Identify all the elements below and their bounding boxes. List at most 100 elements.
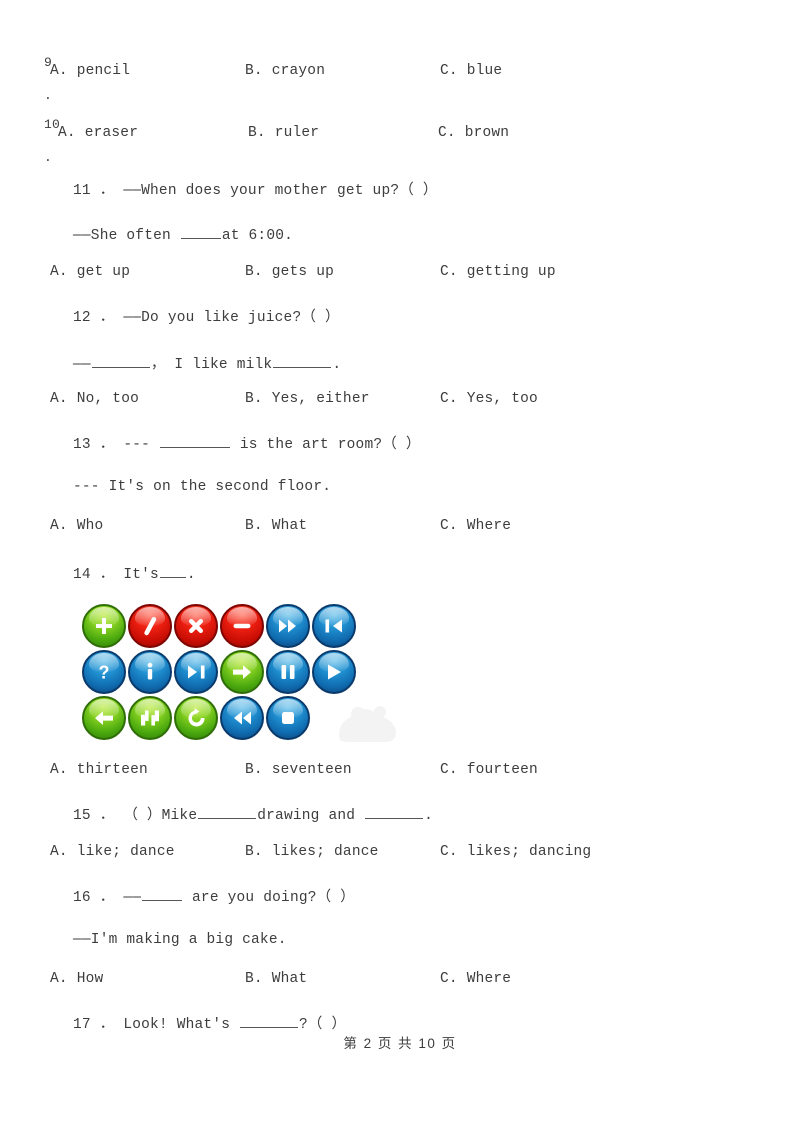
option-a[interactable]: A. No, too bbox=[50, 391, 139, 407]
question-11-options: A. get up B. gets up C. getting up bbox=[0, 264, 800, 286]
question-12-line2-pre: —— bbox=[73, 357, 91, 373]
question-15-number: 15 ． bbox=[73, 808, 124, 824]
option-a[interactable]: A. eraser bbox=[58, 125, 138, 141]
option-c[interactable]: C. Yes, too bbox=[440, 391, 538, 407]
option-c[interactable]: C. likes; dancing bbox=[440, 844, 591, 860]
option-a[interactable]: A. pencil bbox=[50, 63, 130, 79]
option-b[interactable]: B. gets up bbox=[245, 264, 334, 280]
question-15-post: . bbox=[424, 808, 433, 824]
rewind-icon bbox=[220, 696, 264, 740]
question-11-line2-post: at 6:00. bbox=[221, 228, 294, 244]
question-16-pre: —— bbox=[123, 890, 142, 906]
option-b[interactable]: B. ruler bbox=[248, 125, 319, 141]
question-13-stem-line2: --- It's on the second floor. bbox=[73, 479, 332, 495]
slash-icon bbox=[128, 604, 172, 648]
answer-blank[interactable] bbox=[91, 354, 150, 368]
question-13-number: 13 ． bbox=[73, 437, 124, 453]
question-9-number-dot: . bbox=[44, 88, 53, 103]
exam-page: 9 . A. pencil B. crayon C. blue 10 . A. … bbox=[0, 0, 800, 1132]
option-c[interactable]: C. blue bbox=[440, 63, 502, 79]
question-17-post: ?（ ） bbox=[299, 1017, 347, 1033]
answer-blank[interactable] bbox=[142, 887, 183, 901]
question-11-stem: 11 ． ——When does your mother get up?（ ） bbox=[73, 178, 438, 199]
option-c[interactable]: C. Where bbox=[440, 971, 511, 987]
question-14-figure: ? bbox=[82, 602, 396, 750]
play-icon bbox=[312, 650, 356, 694]
question-mark-icon: ? bbox=[82, 650, 126, 694]
question-15-mid: drawing and bbox=[257, 808, 365, 824]
question-12-number: 12 ． bbox=[73, 310, 124, 326]
option-b[interactable]: B. What bbox=[245, 518, 307, 534]
icon-button-grid: ? bbox=[82, 602, 396, 750]
question-14-pre: It's bbox=[123, 567, 159, 583]
icon-row-2: ? bbox=[82, 650, 372, 696]
answer-blank[interactable] bbox=[365, 805, 424, 819]
question-14-number: 14 ． bbox=[73, 567, 124, 583]
option-a[interactable]: A. get up bbox=[50, 264, 130, 280]
question-11-stem-line2: ——She often at 6:00. bbox=[73, 225, 293, 244]
skip-next-icon bbox=[174, 650, 218, 694]
question-9-options: A. pencil B. crayon C. blue bbox=[0, 63, 800, 85]
question-12-options: A. No, too B. Yes, either C. Yes, too bbox=[0, 391, 800, 413]
option-c[interactable]: C. fourteen bbox=[440, 762, 538, 778]
question-11-line2-pre: ——She often bbox=[73, 228, 180, 244]
option-a[interactable]: A. Who bbox=[50, 518, 103, 534]
info-icon bbox=[128, 650, 172, 694]
option-c[interactable]: C. brown bbox=[438, 125, 509, 141]
option-b[interactable]: B. seventeen bbox=[245, 762, 352, 778]
svg-text:?: ? bbox=[99, 663, 110, 683]
question-13-pre: --- bbox=[123, 437, 159, 453]
question-15-stem: 15 ． （ ）Mike drawing and . bbox=[73, 803, 433, 824]
question-17-number: 17 ． bbox=[73, 1017, 124, 1033]
answer-blank[interactable] bbox=[159, 434, 230, 448]
question-12-stem: 12 ． ——Do you like juice?（ ） bbox=[73, 305, 340, 326]
question-16-post: are you doing?（ ） bbox=[183, 890, 355, 906]
option-b[interactable]: B. Yes, either bbox=[245, 391, 370, 407]
option-a[interactable]: A. How bbox=[50, 971, 103, 987]
arrow-left-icon bbox=[82, 696, 126, 740]
answer-blank[interactable] bbox=[273, 354, 332, 368]
option-a[interactable]: A. thirteen bbox=[50, 762, 148, 778]
question-11-number: 11 ． bbox=[73, 183, 124, 199]
question-12-text: ——Do you like juice?（ ） bbox=[123, 310, 340, 326]
answer-blank[interactable] bbox=[159, 564, 186, 578]
answer-blank[interactable] bbox=[240, 1014, 299, 1028]
question-16-options: A. How B. What C. Where bbox=[0, 971, 800, 993]
answer-blank[interactable] bbox=[198, 805, 257, 819]
question-16-stem: 16 ． —— are you doing?（ ） bbox=[73, 885, 355, 906]
stop-icon bbox=[266, 696, 310, 740]
option-a[interactable]: A. like; dance bbox=[50, 844, 175, 860]
redo-icon bbox=[174, 696, 218, 740]
question-10-number-dot: . bbox=[44, 150, 53, 165]
answer-blank[interactable] bbox=[180, 225, 221, 239]
pause-icon bbox=[266, 650, 310, 694]
question-11-text: ——When does your mother get up?（ ） bbox=[123, 183, 438, 199]
option-b[interactable]: B. crayon bbox=[245, 63, 325, 79]
option-b[interactable]: B. likes; dance bbox=[245, 844, 379, 860]
option-b[interactable]: B. What bbox=[245, 971, 307, 987]
watermark-graphic bbox=[328, 694, 414, 756]
question-14-options: A. thirteen B. seventeen C. fourteen bbox=[0, 762, 800, 784]
question-10-options: A. eraser B. ruler C. brown bbox=[0, 125, 800, 147]
question-14-post: . bbox=[186, 567, 196, 583]
question-12-line2-post: . bbox=[332, 357, 342, 373]
question-12-line2-mid: ， I like milk bbox=[150, 357, 273, 373]
question-12-stem-line2: —— ， I like milk. bbox=[73, 352, 341, 373]
plus-icon bbox=[82, 604, 126, 648]
option-c[interactable]: C. Where bbox=[440, 518, 511, 534]
skip-previous-icon bbox=[312, 604, 356, 648]
fast-forward-icon bbox=[266, 604, 310, 648]
question-15-options: A. like; dance B. likes; dance C. likes;… bbox=[0, 844, 800, 866]
arrow-right-icon bbox=[220, 650, 264, 694]
question-16-number: 16 ． bbox=[73, 890, 124, 906]
question-17-stem: 17 ． Look! What's ?（ ） bbox=[73, 1012, 346, 1033]
question-14-stem: 14 ． It's. bbox=[73, 562, 196, 583]
sync-icon bbox=[128, 696, 172, 740]
icon-row-1 bbox=[82, 604, 372, 650]
question-16-stem-line2: ——I'm making a big cake. bbox=[73, 932, 287, 948]
option-c[interactable]: C. getting up bbox=[440, 264, 556, 280]
question-17-pre: Look! What's bbox=[123, 1017, 240, 1033]
close-x-icon bbox=[174, 604, 218, 648]
question-13-post: is the art room?（ ） bbox=[230, 437, 421, 453]
minus-icon bbox=[220, 604, 264, 648]
